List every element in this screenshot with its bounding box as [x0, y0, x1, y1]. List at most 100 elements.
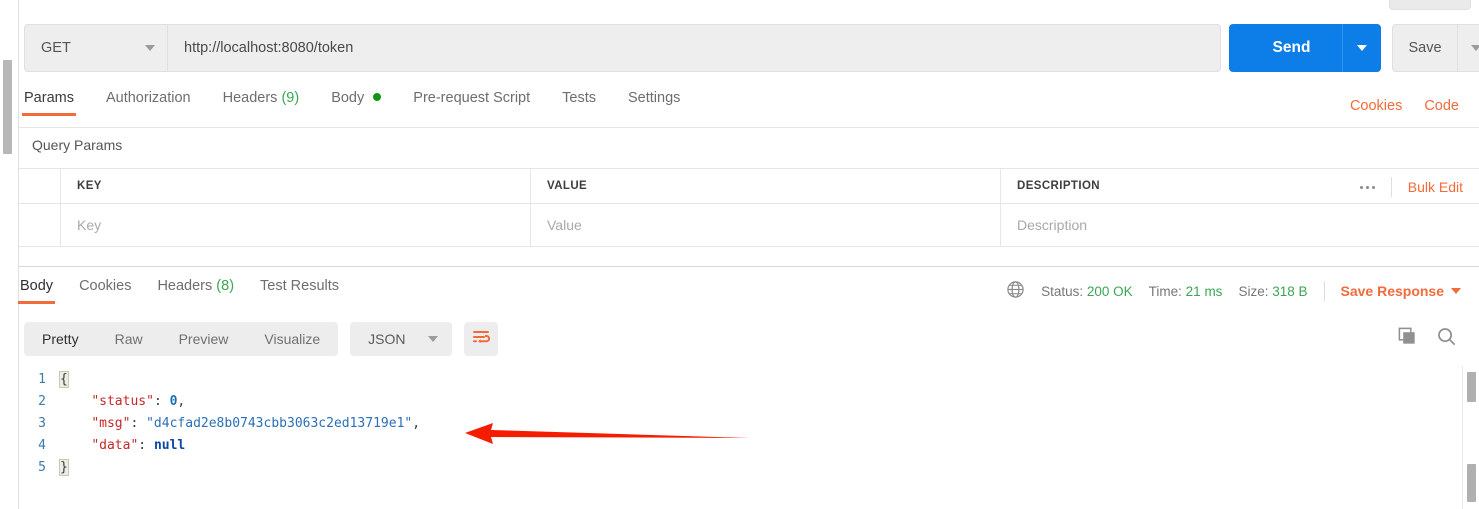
- tab-settings[interactable]: Settings: [628, 90, 680, 116]
- response-tab-body[interactable]: Body: [17, 278, 56, 304]
- tab-label: Body: [331, 90, 365, 106]
- request-url-bar: GET http://localhost:8080/token Send Sav…: [24, 24, 1479, 72]
- response-tab-headers[interactable]: Headers (8): [157, 278, 234, 304]
- tab-label: Test Results: [260, 278, 340, 294]
- left-scrollbar-thumb[interactable]: [3, 60, 12, 154]
- tab-headers[interactable]: Headers (9): [223, 90, 300, 116]
- chevron-down-icon: [1471, 45, 1479, 51]
- tab-label: Params: [24, 90, 74, 106]
- column-label: KEY: [77, 180, 102, 192]
- view-raw[interactable]: Raw: [97, 322, 161, 356]
- code-token-key: "status": [91, 393, 154, 409]
- select-all-checkbox-cell[interactable]: [19, 169, 61, 203]
- chevron-down-icon: [145, 45, 155, 51]
- status-label: Status:: [1041, 283, 1084, 299]
- request-header-links: Cookies Code: [1350, 98, 1459, 114]
- code-line: 2 "status": 0,: [20, 390, 1441, 412]
- code-line: 1{: [20, 368, 1441, 390]
- tab-count: (9): [281, 90, 300, 106]
- line-number: 4: [38, 437, 46, 453]
- http-method-label: GET: [41, 40, 71, 56]
- code-token-str: "d4cfad2e8b0743cbb3063c2ed13719e1": [146, 415, 413, 431]
- size-group: Size: 318 B: [1238, 284, 1307, 299]
- code-token-key: "msg": [91, 415, 131, 431]
- response-scrollbar-thumb-top[interactable]: [1467, 372, 1476, 402]
- copy-icon[interactable]: [1397, 326, 1418, 347]
- more-options-icon[interactable]: [1344, 177, 1392, 197]
- save-response-label: Save Response: [1340, 283, 1445, 299]
- left-scrollbar[interactable]: [0, 0, 19, 509]
- tab-label: Cookies: [79, 278, 132, 294]
- param-description-placeholder: Description: [1017, 217, 1088, 233]
- tab-label: Authorization: [105, 90, 191, 106]
- response-scrollbar-thumb-bottom[interactable]: [1467, 464, 1476, 502]
- response-tab-test-results[interactable]: Test Results: [260, 278, 339, 304]
- tab-authorization[interactable]: Authorization: [106, 90, 191, 116]
- cookies-link[interactable]: Cookies: [1350, 98, 1402, 114]
- code-line: 3 "msg": "d4cfad2e8b0743cbb3063c2ed13719…: [20, 412, 1441, 434]
- word-wrap-icon: [472, 329, 490, 350]
- send-button[interactable]: Send: [1229, 24, 1354, 72]
- code-link[interactable]: Code: [1424, 98, 1459, 114]
- line-number: 3: [38, 415, 46, 431]
- save-options-button[interactable]: [1457, 24, 1479, 72]
- view-preview[interactable]: Preview: [161, 322, 247, 356]
- http-method-select[interactable]: GET: [24, 24, 167, 72]
- chevron-down-icon: [427, 336, 438, 342]
- code-text: {: [59, 370, 69, 388]
- tab-body[interactable]: Body: [331, 90, 382, 116]
- column-label: VALUE: [547, 180, 588, 192]
- top-cutoff-element: [1389, 0, 1471, 10]
- params-top-divider: [19, 127, 1479, 128]
- chevron-down-icon: [1357, 45, 1367, 51]
- line-number: 2: [38, 393, 46, 409]
- table-actions: Bulk Edit: [1344, 169, 1479, 205]
- save-button[interactable]: Save: [1392, 24, 1457, 72]
- response-tab-cookies[interactable]: Cookies: [79, 278, 131, 304]
- response-scrollbar[interactable]: [1462, 366, 1479, 509]
- tab-label: Pre-request Script: [413, 90, 531, 106]
- table-row: Key Value Description: [19, 204, 1479, 247]
- tab-label: Headers: [157, 278, 213, 294]
- status-group: Status: 200 OK: [1041, 284, 1133, 299]
- save-response-button[interactable]: Save Response: [1340, 283, 1461, 299]
- code-token-key: "data": [91, 437, 139, 453]
- code-token-punct: :: [153, 393, 170, 409]
- param-value-input[interactable]: Value: [531, 204, 1001, 246]
- search-icon[interactable]: [1436, 326, 1457, 347]
- view-visualize[interactable]: Visualize: [246, 322, 338, 356]
- param-key-input[interactable]: Key: [61, 204, 531, 246]
- format-select[interactable]: JSON: [350, 322, 452, 356]
- tab-pre-request-script[interactable]: Pre-request Script: [413, 90, 530, 116]
- query-params-table: KEY VALUE DESCRIPTION Bulk Edit Key Valu…: [19, 168, 1479, 248]
- code-token-punct: ,: [412, 415, 421, 431]
- column-label: DESCRIPTION: [1017, 180, 1100, 192]
- response-top-divider: [19, 266, 1479, 267]
- url-input[interactable]: http://localhost:8080/token: [167, 24, 1221, 72]
- left-divider: [18, 0, 19, 509]
- tab-tests[interactable]: Tests: [562, 90, 596, 116]
- time-value: 21 ms: [1185, 283, 1223, 299]
- param-description-input[interactable]: Description: [1001, 204, 1479, 246]
- response-tabs: Body Cookies Headers (8) Test Results: [17, 278, 365, 304]
- response-body-code[interactable]: 1{2 "status": 0, 3 "msg": "d4cfad2e8b0743…: [20, 368, 1441, 509]
- code-token-punct: ,: [177, 393, 186, 409]
- view-pretty[interactable]: Pretty: [24, 322, 97, 356]
- send-options-button[interactable]: [1342, 24, 1381, 72]
- time-label: Time:: [1148, 283, 1182, 299]
- bulk-edit-button[interactable]: Bulk Edit: [1392, 179, 1479, 195]
- tab-label: Headers: [222, 90, 278, 106]
- row-checkbox-cell[interactable]: [19, 204, 61, 246]
- param-key-placeholder: Key: [77, 217, 102, 233]
- code-token-brace: {: [59, 370, 69, 388]
- globe-icon[interactable]: [1006, 280, 1025, 302]
- column-header-key: KEY: [61, 169, 531, 203]
- tab-params[interactable]: Params: [22, 90, 76, 116]
- size-label: Size:: [1238, 283, 1269, 299]
- word-wrap-toggle[interactable]: [463, 322, 498, 356]
- response-body-toolbar: Pretty Raw Preview Visualize JSON: [24, 322, 498, 356]
- query-params-title: Query Params: [32, 137, 123, 153]
- body-present-dot-icon: [373, 93, 382, 102]
- format-label: JSON: [368, 331, 406, 347]
- line-number: 1: [38, 371, 46, 387]
